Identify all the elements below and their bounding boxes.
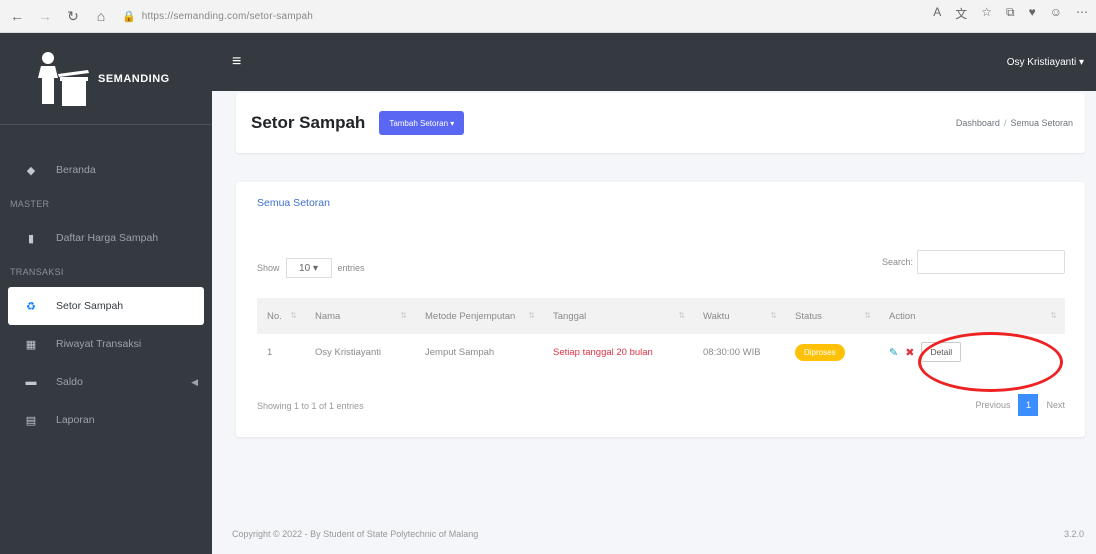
column-header[interactable]: Action ⇅ — [879, 298, 1065, 334]
sidebar-item-riwayat[interactable]: ▦ Riwayat Transaksi — [0, 325, 212, 363]
sidebar-item-label: Riwayat Transaksi — [56, 338, 142, 350]
sidebar-item-label: Beranda — [56, 164, 96, 176]
sidebar-item-label: Daftar Harga Sampah — [56, 232, 159, 244]
search-label: Search: — [881, 257, 913, 267]
table-info: Showing 1 to 1 of 1 entries — [257, 401, 364, 411]
column-header[interactable]: Nama ⇅ — [305, 298, 415, 334]
browser-toolbar: ← → ↻ ⌂ 🔒 https://semanding.com/setor-sa… — [0, 0, 1096, 33]
column-header[interactable]: Waktu ⇅ — [693, 298, 785, 334]
chevron-right-icon: ◀ — [191, 376, 198, 387]
forward-icon[interactable]: → — [34, 5, 56, 27]
lock-icon: 🔒 — [122, 10, 136, 23]
content-header: Setor Sampah Tambah Setoran ▾ Dashboard /… — [236, 93, 1085, 153]
user-menu[interactable]: Osy Kristiayanti ▾ — [1007, 57, 1084, 68]
add-setoran-button[interactable]: Tambah Setoran ▾ — [379, 111, 465, 135]
column-header[interactable]: Tanggal ⇅ — [543, 298, 693, 334]
profile-icon[interactable]: ☺ — [1050, 5, 1062, 22]
cell-metode: Jemput Sampah — [425, 346, 495, 358]
highlight-annotation — [918, 332, 1063, 392]
delete-icon[interactable]: ✖ — [905, 346, 914, 359]
column-header[interactable]: Status ⇅ — [785, 298, 879, 334]
breadcrumb-current: Semua Setoran — [1010, 118, 1073, 128]
cell-status: Diproses — [785, 334, 879, 370]
brand-name: SEMANDING — [98, 72, 170, 85]
home-icon[interactable]: ⌂ — [90, 5, 112, 27]
search-input[interactable] — [917, 250, 1065, 274]
more-icon[interactable]: ⋯ — [1076, 5, 1088, 22]
cell-tanggal: Setiap tanggal 20 bulan — [553, 346, 653, 358]
collections-icon[interactable]: ⧉ — [1006, 5, 1015, 22]
status-badge: Diproses — [795, 343, 845, 361]
cell-nama: Osy Kristiayanti — [315, 346, 381, 358]
footer: Copyright © 2022 - By Student of State P… — [212, 514, 1096, 554]
sidebar-header-transaksi: TRANSAKSI — [10, 267, 64, 277]
refresh-icon[interactable]: ↻ — [62, 5, 84, 27]
browser-actions: A 文 ☆ ⧉ ♥ ☺ ⋯ — [933, 5, 1088, 22]
recycle-icon: ♻ — [26, 300, 36, 313]
entries-select[interactable]: 10 ▾ — [285, 258, 332, 278]
address-bar[interactable]: 🔒 https://semanding.com/setor-sampah — [122, 5, 313, 27]
sort-icon: ⇅ — [678, 310, 685, 320]
search-box: Search: — [882, 250, 1065, 274]
column-header[interactable]: No. ⇅ — [257, 298, 305, 334]
translate-icon[interactable]: 文 — [955, 5, 967, 22]
sort-icon: ⇅ — [290, 310, 297, 320]
sidebar-item-label: Setor Sampah — [56, 300, 124, 312]
menu-toggle-icon[interactable]: ≡ — [232, 53, 241, 71]
sidebar-item-daftar-harga[interactable]: ▮ Daftar Harga Sampah — [0, 219, 212, 257]
setoran-card: Semua Setoran Show 10 ▾ entries Search: … — [236, 182, 1085, 437]
sidebar-item-label: Laporan — [56, 414, 95, 426]
sort-icon: ⇅ — [400, 310, 407, 320]
cell-no: 1 — [267, 346, 273, 358]
sort-icon: ⇅ — [1050, 310, 1057, 320]
breadcrumb-separator: / — [1003, 118, 1007, 128]
brand[interactable]: SEMANDING — [0, 33, 212, 125]
column-header[interactable]: Metode Penjemputan ⇅ — [415, 298, 543, 334]
breadcrumb-home[interactable]: Dashboard — [956, 118, 1000, 128]
trash-icon: ▮ — [27, 232, 35, 245]
sidebar-item-beranda[interactable]: ◆ Beranda — [0, 151, 212, 189]
edit-icon[interactable]: ✎ — [889, 346, 898, 359]
show-entries: Show 10 ▾ entries — [257, 258, 365, 278]
logo-icon — [36, 50, 94, 108]
table-header-row: No. ⇅ Nama ⇅ Metode Penjemputan ⇅ Tanggal ⇅ … — [257, 298, 1065, 334]
previous-button[interactable]: Previous — [975, 400, 1010, 410]
version-text: 3.2.0 — [1063, 529, 1084, 539]
sidebar-item-setor-sampah[interactable]: ♻ Setor Sampah — [8, 287, 204, 325]
read-aloud-icon[interactable]: A — [933, 5, 941, 22]
next-button[interactable]: Next — [1046, 400, 1065, 410]
sidebar-item-laporan[interactable]: ▤ Laporan — [0, 401, 212, 439]
list-icon: ▬ — [25, 376, 37, 388]
back-icon[interactable]: ← — [6, 5, 28, 27]
sidebar-item-label: Saldo — [56, 376, 83, 388]
cell-waktu: 08:30:00 WIB — [703, 346, 761, 358]
page-button[interactable]: 1 — [1018, 394, 1039, 416]
pagination: Previous 1 Next — [975, 394, 1065, 416]
report-icon: ▤ — [25, 414, 37, 427]
breadcrumb: Dashboard / Semua Setoran — [956, 118, 1073, 128]
show-label: Show — [257, 263, 280, 273]
page-title: Setor Sampah — [251, 113, 366, 132]
sort-icon: ⇅ — [528, 310, 535, 320]
sidebar-item-saldo[interactable]: ▬ Saldo ◀ — [0, 363, 212, 401]
url-text: https://semanding.com/setor-sampah — [141, 10, 314, 22]
sidebar-header-master: MASTER — [10, 199, 50, 209]
dashboard-icon: ◆ — [26, 164, 36, 177]
copyright-text: Copyright © 2022 - By Student of State P… — [232, 529, 479, 539]
top-navbar: ≡ Osy Kristiayanti ▾ — [212, 33, 1096, 91]
sidebar-menu: ◆ Beranda MASTER ▮ Daftar Harga Sampah T… — [0, 125, 212, 439]
heart-icon[interactable]: ♥ — [1029, 5, 1036, 22]
entries-label: entries — [337, 263, 365, 273]
sidebar: SEMANDING ◆ Beranda MASTER ▮ Daftar Harg… — [0, 33, 212, 554]
sort-icon: ⇅ — [864, 310, 871, 320]
sort-icon: ⇅ — [770, 310, 777, 320]
favorite-icon[interactable]: ☆ — [981, 5, 992, 22]
calculator-icon: ▦ — [25, 338, 37, 351]
card-title: Semua Setoran — [257, 197, 330, 209]
